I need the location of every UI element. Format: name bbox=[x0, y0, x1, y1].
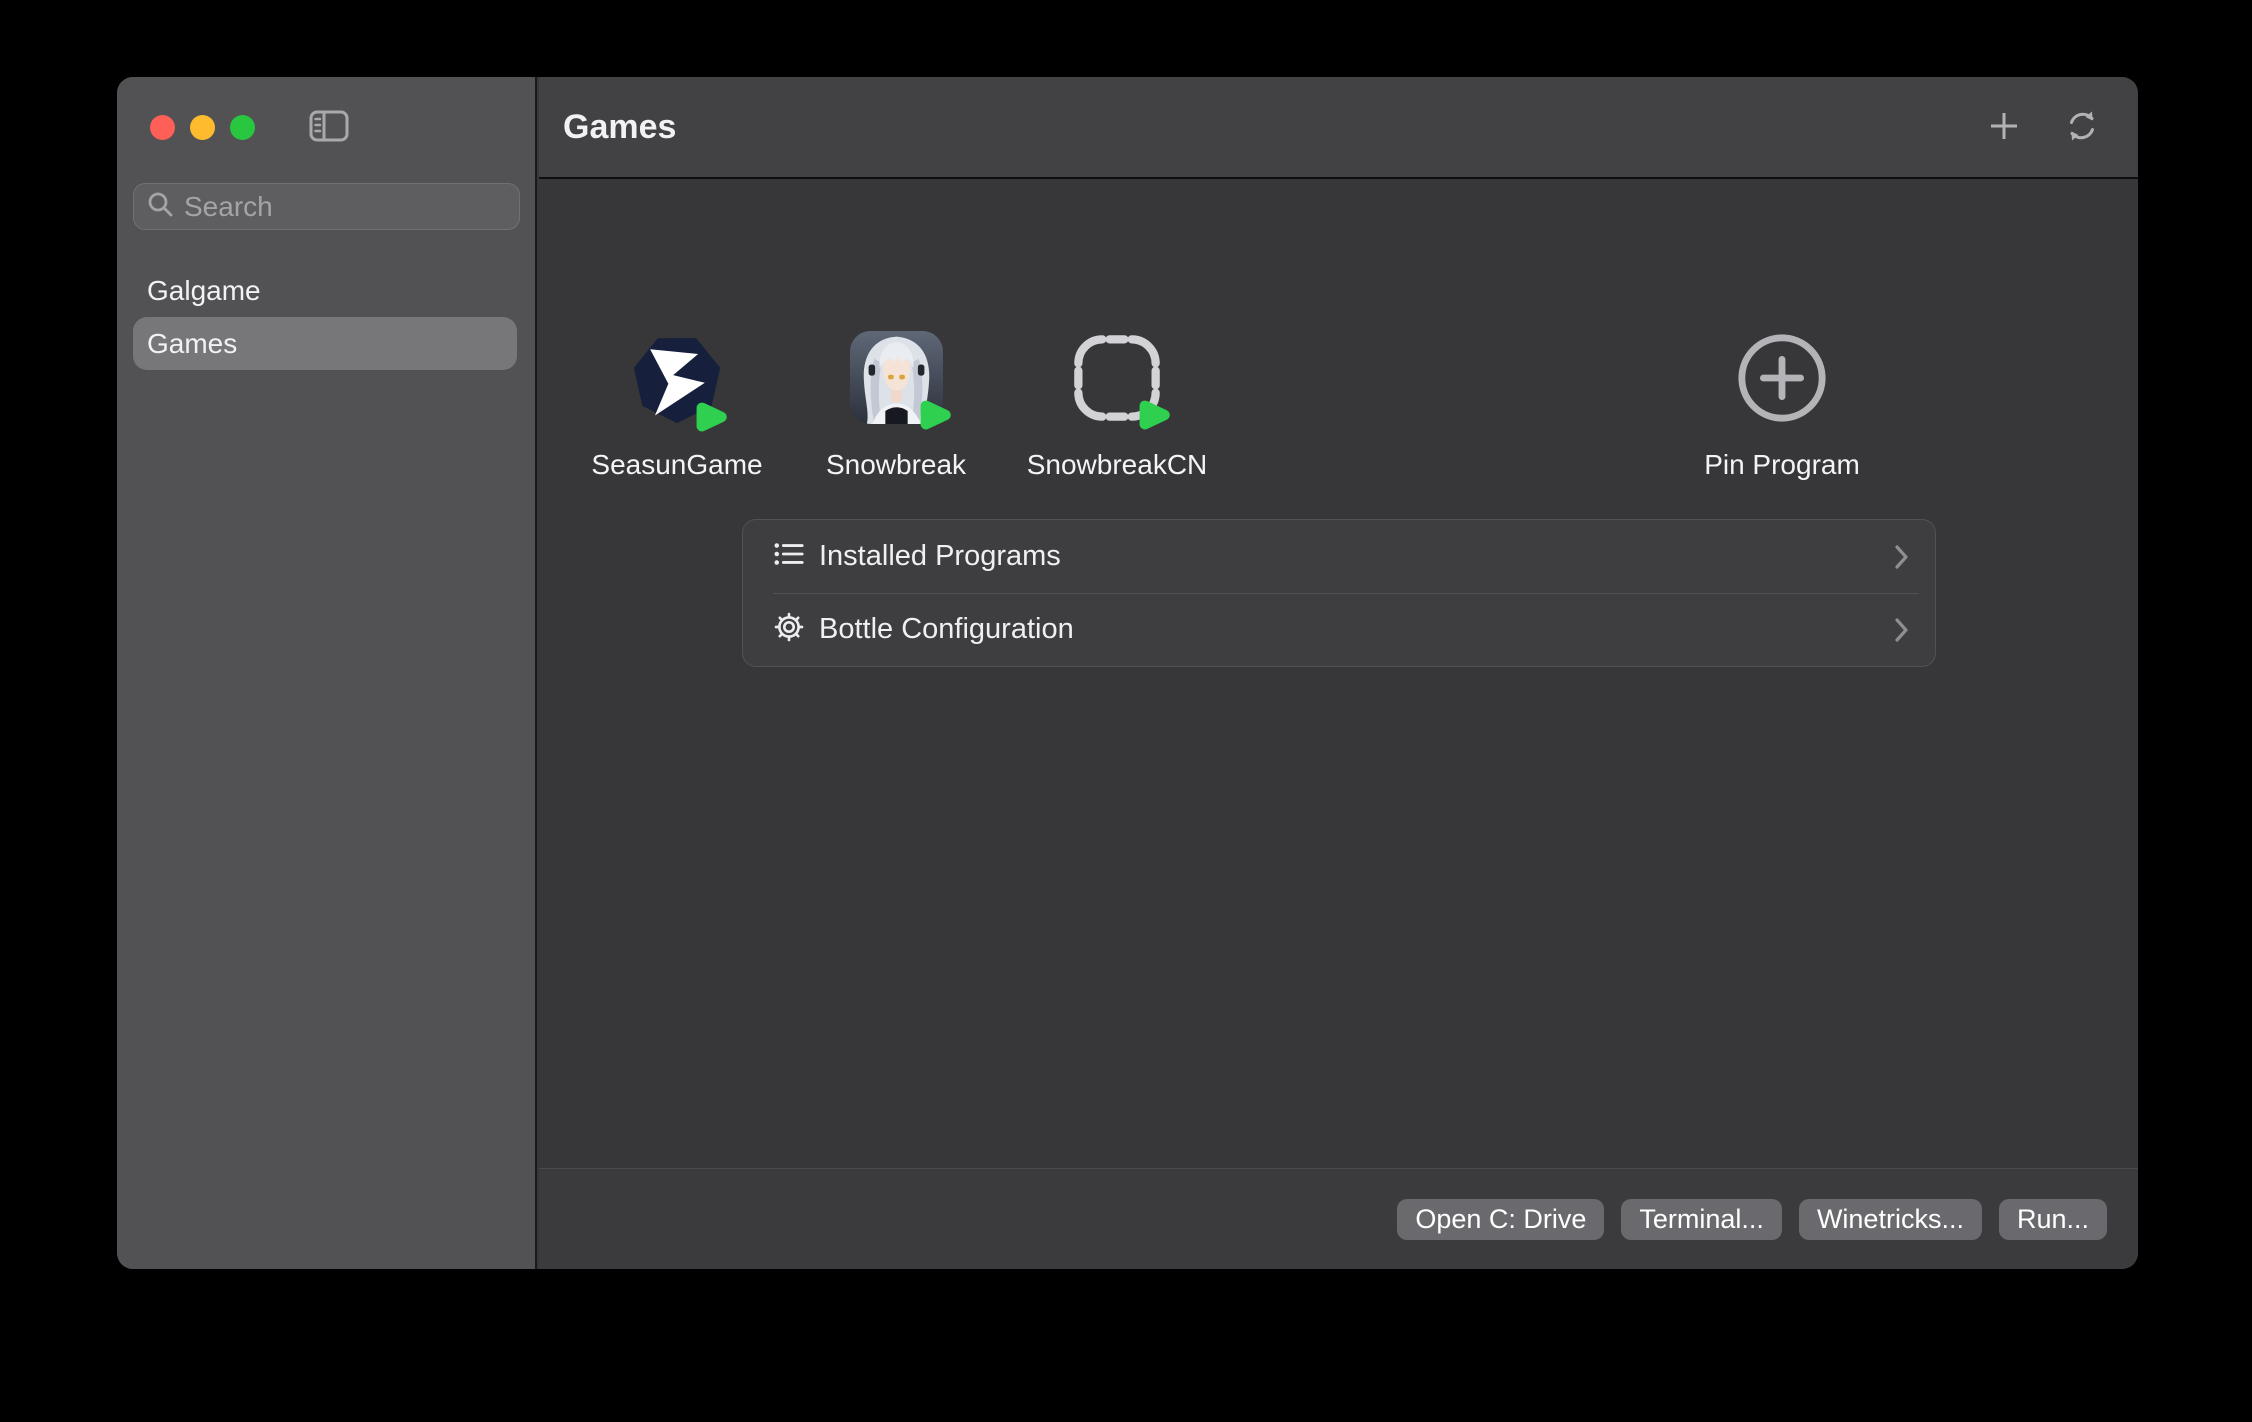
open-c-drive-button[interactable]: Open C: Drive bbox=[1397, 1199, 1604, 1240]
gear-icon bbox=[773, 611, 805, 648]
plus-icon bbox=[1986, 108, 2022, 147]
search-field bbox=[133, 183, 520, 230]
sidebar-item-galgame[interactable]: Galgame bbox=[133, 264, 517, 317]
add-program-button[interactable] bbox=[1986, 108, 2022, 147]
program-label: SeasunGame bbox=[591, 449, 762, 481]
chevron-right-icon bbox=[1894, 544, 1909, 570]
minimize-window-button[interactable] bbox=[190, 115, 215, 140]
refresh-icon bbox=[2062, 106, 2102, 149]
desktop-background: Galgame Games Games bbox=[0, 0, 2252, 1422]
title-bar: Games bbox=[539, 77, 2138, 179]
menu-item-label: Installed Programs bbox=[819, 540, 1061, 573]
list-bullet-icon bbox=[773, 539, 805, 574]
search-input[interactable] bbox=[184, 191, 545, 223]
program-tile-snowbreakcn[interactable]: SnowbreakCN bbox=[1012, 331, 1222, 481]
winetricks-button[interactable]: Winetricks... bbox=[1799, 1199, 1982, 1240]
menu-item-label: Bottle Configuration bbox=[819, 613, 1074, 646]
sidebar: Galgame Games bbox=[117, 77, 537, 1269]
bottle-configuration-row[interactable]: Bottle Configuration bbox=[743, 593, 1935, 666]
program-tile-snowbreak[interactable]: Snowbreak bbox=[791, 331, 1001, 481]
bottle-detail-area: SeasunGame bbox=[539, 181, 2138, 1168]
zoom-window-button[interactable] bbox=[230, 115, 255, 140]
run-button[interactable]: Run... bbox=[1999, 1199, 2107, 1240]
app-window: Galgame Games Games bbox=[117, 77, 2138, 1269]
bottle-menu: Installed Programs bbox=[742, 519, 1936, 667]
refresh-button[interactable] bbox=[2062, 106, 2102, 149]
plus-circle-icon bbox=[1735, 331, 1829, 430]
page-title: Games bbox=[563, 108, 676, 147]
bottle-list: Galgame Games bbox=[133, 264, 517, 370]
play-badge-icon bbox=[1133, 396, 1175, 439]
terminal-button[interactable]: Terminal... bbox=[1621, 1199, 1782, 1240]
sidebar-toggle-icon bbox=[309, 110, 349, 145]
pin-program-label: Pin Program bbox=[1704, 449, 1860, 481]
pin-program-tile[interactable]: Pin Program bbox=[1677, 331, 1887, 481]
bottle-actions-bar: Open C: Drive Terminal... Winetricks... … bbox=[539, 1168, 2138, 1269]
play-badge-icon bbox=[690, 398, 732, 441]
search-icon bbox=[146, 190, 184, 223]
program-tile-seasungame[interactable]: SeasunGame bbox=[572, 331, 782, 481]
program-label: Snowbreak bbox=[826, 449, 966, 481]
toggle-sidebar-button[interactable] bbox=[307, 107, 351, 147]
window-controls bbox=[150, 115, 255, 140]
toolbar bbox=[1986, 106, 2102, 149]
close-window-button[interactable] bbox=[150, 115, 175, 140]
installed-programs-row[interactable]: Installed Programs bbox=[743, 520, 1935, 593]
sidebar-item-games[interactable]: Games bbox=[133, 317, 517, 370]
program-label: SnowbreakCN bbox=[1027, 449, 1208, 481]
play-badge-icon bbox=[914, 396, 956, 439]
chevron-right-icon bbox=[1894, 617, 1909, 643]
